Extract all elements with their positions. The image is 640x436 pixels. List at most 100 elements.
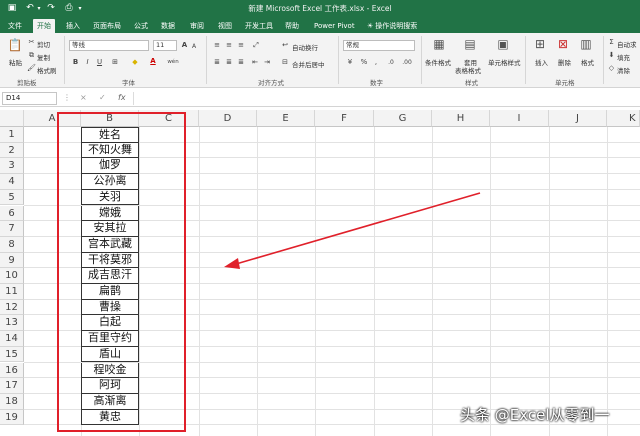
row-header[interactable]: 19 bbox=[0, 409, 24, 426]
column-header-d[interactable]: D bbox=[199, 110, 257, 127]
clipboard-group-label: 剪贴板 bbox=[17, 79, 37, 87]
font-color-button[interactable]: A bbox=[148, 57, 158, 66]
row-header[interactable]: 6 bbox=[0, 205, 24, 222]
column-header-i[interactable]: I bbox=[490, 110, 549, 127]
format-cells-icon: ▥ bbox=[580, 37, 592, 51]
merge-icon: ⊟ bbox=[282, 58, 288, 66]
merge-center-button[interactable]: 合并后居中 bbox=[292, 59, 325, 69]
align-center-icon[interactable]: ≣ bbox=[224, 58, 234, 67]
underline-button[interactable]: U bbox=[95, 58, 104, 67]
font-name-select[interactable]: 等线 bbox=[69, 40, 149, 51]
paste-button[interactable]: 粘贴 bbox=[9, 57, 22, 67]
italic-button[interactable]: I bbox=[83, 58, 92, 67]
autosum-button[interactable]: 自动求 bbox=[617, 39, 637, 49]
paste-icon[interactable]: 📋 bbox=[6, 38, 24, 52]
comma-button[interactable]: , bbox=[372, 58, 380, 67]
column-header-g[interactable]: G bbox=[374, 110, 432, 127]
row-header[interactable]: 3 bbox=[0, 158, 24, 175]
column-header-j[interactable]: J bbox=[549, 110, 607, 127]
tab-page-layout[interactable]: 页面布局 bbox=[89, 19, 125, 33]
enter-button[interactable]: ✓ bbox=[99, 93, 106, 102]
row-header[interactable]: 8 bbox=[0, 236, 24, 253]
clear-button[interactable]: 清除 bbox=[617, 65, 630, 75]
row-header[interactable]: 10 bbox=[0, 268, 24, 284]
align-right-icon[interactable]: ≣ bbox=[236, 58, 246, 67]
grow-font-button[interactable]: A bbox=[180, 41, 189, 50]
font-size-select[interactable]: 11 bbox=[153, 40, 177, 51]
tab-file[interactable]: 文件 bbox=[4, 19, 26, 33]
currency-icon[interactable]: ¥ bbox=[345, 58, 355, 67]
row-header[interactable]: 2 bbox=[0, 142, 24, 159]
ribbon-separator bbox=[206, 36, 207, 84]
cut-icon: ✂ bbox=[28, 38, 35, 46]
bold-button[interactable]: B bbox=[71, 58, 80, 67]
window-title: 新建 Microsoft Excel 工作表.xlsx - Excel bbox=[248, 4, 392, 13]
row-header[interactable]: 7 bbox=[0, 221, 24, 237]
name-box[interactable]: D14 bbox=[2, 92, 57, 105]
copy-button[interactable]: 复制 bbox=[37, 52, 50, 62]
row-header[interactable]: 9 bbox=[0, 252, 24, 269]
delete-cells-button[interactable]: 删除 bbox=[558, 57, 571, 67]
borders-icon[interactable]: ⊞ bbox=[110, 58, 120, 67]
tab-developer[interactable]: 开发工具 bbox=[241, 19, 277, 33]
conditional-format-button[interactable]: 条件格式 bbox=[425, 57, 451, 67]
tab-data[interactable]: 数据 bbox=[157, 19, 179, 33]
font-group-label: 字体 bbox=[122, 79, 135, 87]
percent-button[interactable]: % bbox=[359, 58, 369, 67]
cancel-button[interactable]: × bbox=[80, 93, 87, 102]
column-header-h[interactable]: H bbox=[432, 110, 490, 127]
tab-formulas[interactable]: 公式 bbox=[130, 19, 152, 33]
row-header[interactable]: 14 bbox=[0, 331, 24, 347]
tab-insert[interactable]: 插入 bbox=[62, 19, 84, 33]
tab-help[interactable]: 帮助 bbox=[281, 19, 303, 33]
number-group-label: 数字 bbox=[370, 79, 383, 87]
fill-color-icon[interactable]: ◆ bbox=[130, 58, 140, 67]
number-format-select[interactable]: 常规 bbox=[343, 40, 415, 51]
row-header[interactable]: 15 bbox=[0, 346, 24, 363]
tab-view[interactable]: 视图 bbox=[214, 19, 236, 33]
row-header[interactable]: 5 bbox=[0, 189, 24, 206]
shrink-font-button[interactable]: A bbox=[190, 42, 198, 51]
format-painter-button[interactable]: 格式刷 bbox=[37, 65, 57, 75]
align-left-icon[interactable]: ≣ bbox=[212, 58, 222, 67]
tell-me-search[interactable]: ☀ 操作说明搜索 bbox=[363, 19, 421, 33]
column-header-f[interactable]: F bbox=[315, 110, 374, 127]
orientation-icon[interactable]: ⤢ bbox=[250, 41, 262, 50]
fill-button[interactable]: 填充 bbox=[617, 52, 630, 62]
increase-decimal-button[interactable]: .0 bbox=[384, 58, 398, 67]
row-header[interactable]: 17 bbox=[0, 378, 24, 394]
insert-function-button[interactable]: fx bbox=[118, 93, 126, 102]
ribbon-separator bbox=[64, 36, 65, 84]
row-header[interactable]: 1 bbox=[0, 127, 24, 143]
highlight-box bbox=[57, 112, 186, 432]
cell-styles-button[interactable]: 单元格样式 bbox=[488, 57, 521, 67]
insert-cells-button[interactable]: 插入 bbox=[535, 57, 548, 67]
format-cells-button[interactable]: 格式 bbox=[581, 57, 594, 67]
wrap-text-button[interactable]: 自动换行 bbox=[292, 42, 318, 52]
align-bottom-icon[interactable]: ≡ bbox=[236, 41, 246, 50]
tab-review[interactable]: 审阅 bbox=[186, 19, 208, 33]
column-header-e[interactable]: E bbox=[257, 110, 315, 127]
cut-button[interactable]: 剪切 bbox=[37, 39, 50, 49]
format-painter-icon: 🖌 bbox=[27, 64, 36, 72]
decrease-decimal-button[interactable]: .00 bbox=[399, 58, 415, 67]
formula-input[interactable] bbox=[133, 92, 638, 105]
row-header[interactable]: 11 bbox=[0, 284, 24, 300]
phonetic-button[interactable]: wén bbox=[165, 58, 181, 67]
delete-cells-icon: ⊠ bbox=[557, 37, 569, 51]
decrease-indent-icon[interactable]: ⇤ bbox=[250, 58, 260, 67]
row-header[interactable]: 16 bbox=[0, 362, 24, 379]
select-all-corner[interactable] bbox=[0, 110, 24, 127]
row-header[interactable]: 4 bbox=[0, 174, 24, 190]
increase-indent-icon[interactable]: ⇥ bbox=[262, 58, 272, 67]
wrap-text-icon: ↩ bbox=[282, 41, 288, 49]
row-header[interactable]: 18 bbox=[0, 393, 24, 410]
tab-home[interactable]: 开始 bbox=[33, 19, 55, 33]
row-header[interactable]: 13 bbox=[0, 315, 24, 332]
tab-power-pivot[interactable]: Power Pivot bbox=[310, 19, 359, 33]
column-header-k[interactable]: K bbox=[607, 110, 640, 127]
cells-group-label: 单元格 bbox=[555, 79, 575, 87]
row-header[interactable]: 12 bbox=[0, 299, 24, 316]
align-top-icon[interactable]: ≡ bbox=[212, 41, 222, 50]
align-middle-icon[interactable]: ≡ bbox=[224, 41, 234, 50]
